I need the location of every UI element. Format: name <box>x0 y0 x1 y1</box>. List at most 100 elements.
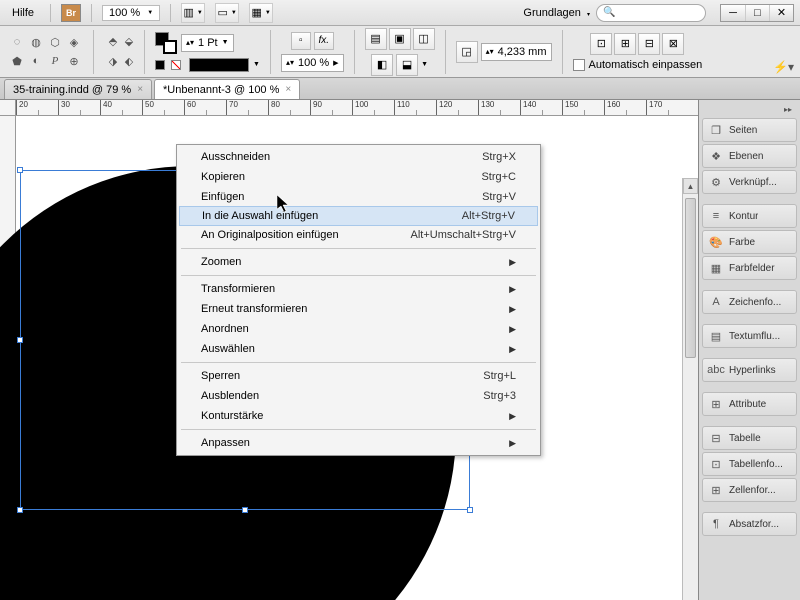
panel-label: Tabelle <box>729 433 761 444</box>
context-menu-item[interactable]: Erneut transformieren▶ <box>179 299 538 319</box>
panel-button[interactable]: ⊡Tabellenfo... <box>702 452 797 476</box>
minimize-button[interactable]: ─ <box>721 5 745 21</box>
context-menu-item[interactable]: An Originalposition einfügenAlt+Umschalt… <box>179 225 538 245</box>
menu-shortcut: Strg+V <box>482 191 516 203</box>
zoom-level[interactable]: 100 % ▼ <box>102 5 160 21</box>
context-menu-item[interactable]: Anordnen▶ <box>179 319 538 339</box>
context-menu-item[interactable]: Transformieren▶ <box>179 279 538 299</box>
color-mode-swatches[interactable] <box>155 60 185 70</box>
panel-button[interactable]: ¶Absatzfor... <box>702 512 797 536</box>
menu-shortcut: Strg+L <box>483 370 516 382</box>
pathfinder-icon[interactable]: ⊕ <box>65 52 83 70</box>
panel-button[interactable]: 🎨Farbe <box>702 230 797 254</box>
resize-handle[interactable] <box>17 507 23 513</box>
context-menu-item[interactable]: AusschneidenStrg+X <box>179 147 538 167</box>
panel-gap <box>699 504 800 510</box>
panel-button[interactable]: ▤Textumflu... <box>702 324 797 348</box>
ruler-origin[interactable] <box>0 100 16 116</box>
stroke-swatch[interactable] <box>163 40 177 54</box>
search-input[interactable] <box>619 7 689 19</box>
corner-radius-field[interactable]: ▴▾ 4,233 mm <box>481 43 552 61</box>
corner-icon[interactable]: ◲ <box>456 41 478 63</box>
maximize-button[interactable]: □ <box>745 5 769 21</box>
submenu-arrow-icon: ▶ <box>509 257 516 268</box>
resize-handle[interactable] <box>467 507 473 513</box>
panel-button[interactable]: ⊞Zellenfor... <box>702 478 797 502</box>
context-menu-item[interactable]: SperrenStrg+L <box>179 366 538 386</box>
opacity-icon[interactable]: ▫ <box>291 32 311 50</box>
opacity-field[interactable]: ▴▾ 100 % ▶ <box>281 54 344 72</box>
effects-button[interactable]: fx. <box>314 32 334 50</box>
view-mode-button-1[interactable]: ▥▼ <box>181 3 205 23</box>
fit-frame-icon[interactable]: ⊞ <box>614 33 636 55</box>
menu-item-label: Sperren <box>201 370 483 382</box>
collapse-dock-icon[interactable]: ▸▸ <box>780 104 796 114</box>
resize-handle[interactable] <box>17 337 23 343</box>
center-content-icon[interactable]: ⊠ <box>662 33 684 55</box>
panel-button[interactable]: ≡Kontur <box>702 204 797 228</box>
panel-button[interactable]: AZeichenfo... <box>702 290 797 314</box>
panel-label: Kontur <box>729 211 758 222</box>
textwrap-icon[interactable]: ▤ <box>365 28 387 50</box>
menu-help[interactable]: Hilfe <box>6 4 40 22</box>
panel-button[interactable]: ⚙Verknüpf... <box>702 170 797 194</box>
panel-button[interactable]: abcHyperlinks <box>702 358 797 382</box>
scroll-thumb[interactable] <box>685 198 696 358</box>
panel-label: Zeichenfo... <box>729 297 781 308</box>
document-tab[interactable]: *Unbenannt-3 @ 100 %× <box>154 79 300 99</box>
stroke-style-dropdown[interactable] <box>189 58 249 72</box>
panel-button[interactable]: ▦Farbfelder <box>702 256 797 280</box>
context-menu-item[interactable]: Zoomen▶ <box>179 252 538 272</box>
context-menu-item[interactable]: AusblendenStrg+3 <box>179 386 538 406</box>
pathfinder-icon[interactable]: ◌ <box>8 33 26 51</box>
pathfinder-icon[interactable]: ⬡ <box>46 33 64 51</box>
menu-shortcut: Strg+C <box>481 171 516 183</box>
pathfinder-icon[interactable]: ⬟ <box>8 52 26 70</box>
align-icon[interactable]: ⬙ <box>120 33 138 51</box>
context-menu-item[interactable]: Konturstärke▶ <box>179 406 538 426</box>
scroll-up-icon[interactable]: ▲ <box>683 178 698 194</box>
stroke-weight-field[interactable]: ▴▾ 1 Pt ▼ <box>181 34 234 52</box>
panel-label: Zellenfor... <box>729 485 776 496</box>
context-menu-item[interactable]: EinfügenStrg+V <box>179 187 538 207</box>
context-menu-item[interactable]: Auswählen▶ <box>179 339 538 359</box>
resize-handle[interactable] <box>17 167 23 173</box>
vertical-scrollbar[interactable]: ▲ <box>682 178 698 600</box>
panel-button[interactable]: ❐Seiten <box>702 118 797 142</box>
workspace-switcher[interactable]: Grundlagen ▾ <box>523 7 590 19</box>
document-tab[interactable]: 35-training.indd @ 79 %× <box>4 79 152 99</box>
textwrap-icon[interactable]: ◫ <box>413 28 435 50</box>
menu-shortcut: Strg+X <box>482 151 516 163</box>
context-menu-item[interactable]: KopierenStrg+C <box>179 167 538 187</box>
flyout-icon[interactable]: ⚡▾ <box>773 60 794 74</box>
pathfinder-icon[interactable]: ◈ <box>65 33 83 51</box>
view-mode-button-2[interactable]: ▭▼ <box>215 3 239 23</box>
close-button[interactable]: ✕ <box>769 5 793 21</box>
autofit-checkbox[interactable] <box>573 59 585 71</box>
close-icon[interactable]: × <box>137 84 143 95</box>
arrange-button[interactable]: ▦▼ <box>249 3 273 23</box>
textwrap-icon[interactable]: ▣ <box>389 28 411 50</box>
panel-button[interactable]: ⊞Attribute <box>702 392 797 416</box>
parastyle-icon: ¶ <box>708 517 724 531</box>
textwrap-icon[interactable]: ⬓ <box>396 54 418 76</box>
bridge-button[interactable]: Br <box>61 4 81 22</box>
context-menu-item[interactable]: In die Auswahl einfügenAlt+Strg+V <box>179 206 538 226</box>
close-icon[interactable]: × <box>285 84 291 95</box>
panel-button[interactable]: ⊟Tabelle <box>702 426 797 450</box>
horizontal-ruler[interactable]: 2030405060708090100110120130140150160170 <box>16 100 698 116</box>
panel-button[interactable]: ❖Ebenen <box>702 144 797 168</box>
menu-item-label: Anordnen <box>201 323 509 335</box>
type-path-icon[interactable]: P <box>46 52 64 70</box>
pathfinder-icon[interactable]: ◐ <box>27 52 45 70</box>
fill-frame-icon[interactable]: ⊟ <box>638 33 660 55</box>
align-icon[interactable]: ⬖ <box>120 53 138 71</box>
textwrap-icon[interactable]: ◧ <box>371 54 393 76</box>
panel-gap <box>699 418 800 424</box>
pathfinder-icon[interactable]: ◍ <box>27 33 45 51</box>
search-field[interactable]: 🔍 <box>596 4 706 22</box>
resize-handle[interactable] <box>242 507 248 513</box>
fit-content-icon[interactable]: ⊡ <box>590 33 612 55</box>
context-menu-item[interactable]: Anpassen▶ <box>179 433 538 453</box>
separator <box>270 30 271 74</box>
